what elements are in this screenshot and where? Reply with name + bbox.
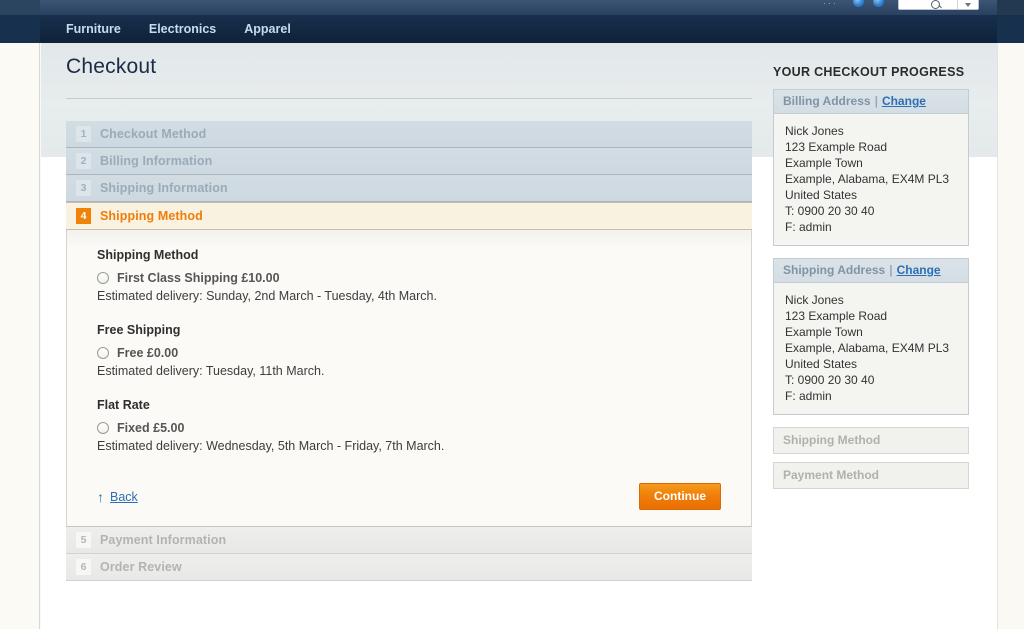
step-header-shipping-information[interactable]: 3 Shipping Information [66,175,752,202]
top-bar-ellipsis: ··· [823,0,838,8]
shipping-address-line: United States [785,357,858,371]
step-number-2: 2 [76,153,91,169]
page-frame: Checkout 1 Checkout Method 2 Billing Inf… [0,43,1024,629]
shipping-separator: | [889,263,893,277]
main-navigation-bar: Furniture Electronics Apparel [0,15,1024,43]
shipping-address-line: Example, Alabama, EX4M PL3 [785,341,950,355]
shipping-option-label-free: Free £0.00 [117,346,179,360]
shipping-address-line: T: 0900 20 30 40 [785,373,875,387]
shipping-address-title: Shipping Address [783,263,886,277]
shipping-option-label-flat-rate: Fixed £5.00 [117,421,185,435]
checkout-progress-sidebar: YOUR CHECKOUT PROGRESS Billing Address | C… [773,65,969,497]
billing-address-title: Billing Address [783,94,871,108]
nav-right-strip [997,15,1024,43]
shipping-address-block: Shipping Address | Change Nick Jones 123 E… [773,258,969,415]
step-label-shipping-information: Shipping Information [100,181,228,195]
top-bar-left-strip [0,0,40,15]
billing-separator: | [874,94,878,108]
billing-address-line: T: 0900 20 30 40 [785,204,875,218]
page-canvas: Checkout 1 Checkout Method 2 Billing Inf… [41,43,997,629]
radio-flat-rate[interactable] [97,422,109,434]
shipping-eta-flat-rate: Estimated delivery: Wednesday, 5th March… [97,439,445,453]
search-box[interactable] [898,0,979,10]
nav-link-furniture[interactable]: Furniture [66,22,121,36]
nav-link-electronics[interactable]: Electronics [149,22,216,36]
back-link-label: Back [110,489,138,504]
step-header-billing-information[interactable]: 2 Billing Information [66,148,752,175]
nav-link-apparel[interactable]: Apparel [244,22,291,36]
page-gutter-right [997,43,1024,629]
search-icon-handle [938,4,942,9]
shipping-address-line: 123 Example Road [785,309,888,323]
step-number-3: 3 [76,180,91,196]
shipping-group-title-3: Flat Rate [97,398,150,412]
billing-address-line: United States [785,188,858,202]
chevron-down-icon[interactable] [965,3,971,7]
step-number-1: 1 [76,126,91,142]
shipping-method-actions: ↑ Back Continue [97,483,729,510]
shipping-address-body: Nick Jones 123 Example Road Example Town… [774,283,968,414]
step-number-6: 6 [76,559,91,575]
shipping-eta-first-class: Estimated delivery: Sunday, 2nd March - … [97,289,437,303]
step-label-checkout-method: Checkout Method [100,127,207,141]
billing-address-block: Billing Address | Change Nick Jones 123 Ex… [773,89,969,246]
sidebar-shipping-method-block: Shipping Method [773,427,969,454]
shipping-option-label-first-class: First Class Shipping £10.00 [117,271,280,285]
nav-link-list: Furniture Electronics Apparel [66,15,291,43]
shipping-option-flat-rate[interactable]: Fixed £5.00 [97,421,729,435]
shipping-option-free[interactable]: Free £0.00 [97,346,729,360]
step-number-4: 4 [76,208,91,224]
step-label-payment-information: Payment Information [100,533,227,547]
step-label-order-review: Order Review [100,560,182,574]
arrow-up-icon: ↑ [97,488,104,505]
radio-first-class-shipping[interactable] [97,272,109,284]
sidebar-heading: YOUR CHECKOUT PROGRESS [773,65,965,79]
step-number-5: 5 [76,532,91,548]
shipping-group-title-1: Shipping Method [97,248,199,262]
billing-address-header: Billing Address | Change [774,90,968,114]
billing-change-link[interactable]: Change [882,94,926,108]
step-label-billing-information: Billing Information [100,154,213,168]
back-link[interactable]: ↑ Back [97,490,138,504]
billing-address-line: 123 Example Road [785,140,888,154]
top-bar-right-strip [997,0,1024,15]
step-label-shipping-method: Shipping Method [100,209,203,223]
shipping-address-header: Shipping Address | Change [774,259,968,283]
billing-address-line: Example, Alabama, EX4M PL3 [785,172,950,186]
sidebar-payment-method-block: Payment Method [773,462,969,489]
page-title: Checkout [66,55,157,78]
shipping-eta-free: Estimated delivery: Tuesday, 11th March. [97,364,325,378]
browser-top-bar: ··· [0,0,1024,15]
radio-free-shipping[interactable] [97,347,109,359]
shipping-address-line: Example Town [785,325,863,339]
billing-address-line: F: admin [785,220,832,234]
step-header-checkout-method[interactable]: 1 Checkout Method [66,121,752,148]
shipping-change-link[interactable]: Change [897,263,941,277]
step-header-shipping-method[interactable]: 4 Shipping Method [66,202,752,230]
billing-address-line: Nick Jones [785,124,844,138]
shipping-group-title-2: Free Shipping [97,323,181,337]
shipping-address-line: F: admin [785,389,832,403]
title-divider [66,98,752,99]
continue-button[interactable]: Continue [639,483,721,510]
step-header-payment-information[interactable]: 5 Payment Information [66,527,752,554]
step-header-order-review[interactable]: 6 Order Review [66,554,752,581]
search-divider [957,0,958,9]
page-gutter-left [0,43,40,629]
nav-left-strip [0,15,40,43]
billing-address-body: Nick Jones 123 Example Road Example Town… [774,114,968,245]
shipping-address-line: Nick Jones [785,293,844,307]
shipping-method-panel: Shipping Method First Class Shipping £10… [66,230,752,527]
shipping-option-first-class[interactable]: First Class Shipping £10.00 [97,271,729,285]
billing-address-line: Example Town [785,156,863,170]
checkout-steps: 1 Checkout Method 2 Billing Information … [66,121,752,581]
